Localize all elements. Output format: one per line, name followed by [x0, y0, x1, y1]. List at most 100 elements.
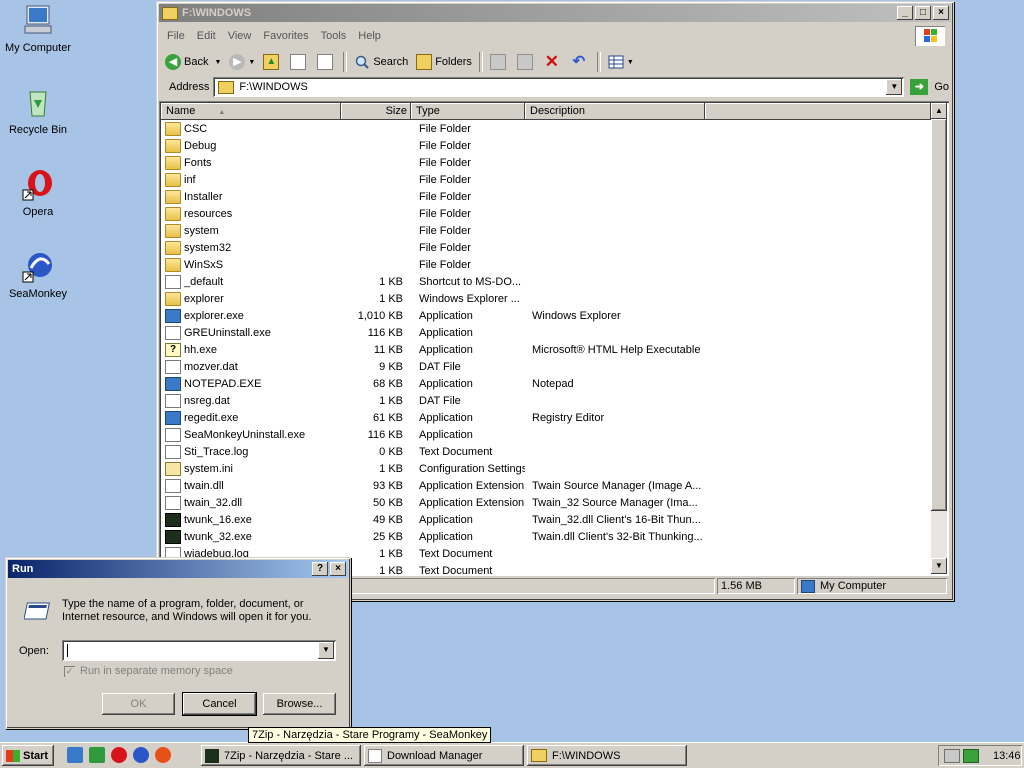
toolbar-separator: [596, 52, 601, 72]
forward-button[interactable]: ▶ ▼: [225, 51, 259, 73]
explorer-titlebar[interactable]: F:\WINDOWS _ □ ×: [159, 4, 951, 22]
browse-button[interactable]: Browse...: [263, 693, 336, 715]
file-name: twunk_32.exe: [184, 530, 252, 543]
cell-type: Application Extension: [419, 479, 525, 492]
table-row[interactable]: Sti_Trace.log 0 KB Text Document: [161, 443, 931, 460]
menu-help[interactable]: Help: [352, 30, 387, 42]
cell-type: DAT File: [419, 394, 461, 407]
folder-icon: [165, 291, 181, 306]
table-row[interactable]: twain_32.dll 50 KB Application Extension Tw…: [161, 494, 931, 511]
minimize-button[interactable]: _: [897, 6, 913, 20]
file-name: nsreg.dat: [184, 394, 230, 407]
column-header-description[interactable]: Description: [525, 103, 705, 120]
menu-favorites[interactable]: Favorites: [257, 30, 314, 42]
delete-x-icon: ✕: [544, 52, 560, 71]
undo-button[interactable]: ↶: [567, 51, 594, 73]
menu-edit[interactable]: Edit: [191, 30, 222, 42]
desktop-icon-opera[interactable]: Opera: [0, 168, 76, 218]
menu-tools[interactable]: Tools: [315, 30, 353, 42]
column-header-size[interactable]: Size: [341, 103, 411, 120]
cell-description: Twain_32.dll Client's 16-Bit Thun...: [532, 513, 701, 526]
close-button[interactable]: ×: [330, 562, 346, 576]
file-list: Name ▲ Size Type Description CSC File Fol…: [159, 101, 949, 576]
table-row[interactable]: explorer 1 KB Windows Explorer ...: [161, 290, 931, 307]
scroll-up-button[interactable]: ▲: [931, 103, 947, 119]
open-combobox[interactable]: ▼: [62, 640, 336, 661]
table-row[interactable]: Fonts File Folder: [161, 154, 931, 171]
task-explorer[interactable]: F:\WINDOWS: [527, 745, 687, 766]
table-row[interactable]: NOTEPAD.EXE 68 KB Application Notepad: [161, 375, 931, 392]
address-input[interactable]: F:\WINDOWS ▼: [213, 77, 905, 97]
copy-to-button[interactable]: [513, 51, 540, 73]
close-button[interactable]: ×: [933, 6, 949, 20]
folders-button[interactable]: Folders: [412, 51, 476, 73]
table-row[interactable]: nsreg.dat 1 KB DAT File: [161, 392, 931, 409]
task-download-manager[interactable]: Download Manager: [364, 745, 524, 766]
safely-remove-icon[interactable]: [963, 748, 979, 763]
table-row[interactable]: Debug File Folder: [161, 137, 931, 154]
sync-button[interactable]: [286, 51, 313, 73]
maximize-button[interactable]: □: [915, 6, 931, 20]
table-row[interactable]: explorer.exe 1,010 KB Application Windows E…: [161, 307, 931, 324]
table-row[interactable]: CSC File Folder: [161, 120, 931, 137]
help-button[interactable]: ?: [312, 562, 328, 576]
views-button[interactable]: ▼: [604, 51, 638, 73]
menu-view[interactable]: View: [222, 30, 258, 42]
table-row[interactable]: SeaMonkeyUninstall.exe 116 KB Application: [161, 426, 931, 443]
memory-space-checkbox[interactable]: ✓ Run in separate memory space: [64, 665, 233, 677]
my-computer-icon: [801, 579, 815, 593]
dark-icon: [165, 529, 181, 544]
delete-button[interactable]: ✕: [540, 51, 567, 73]
address-dropdown-button[interactable]: ▼: [886, 79, 903, 95]
cell-name: twunk_16.exe: [161, 512, 339, 527]
switch-windows-icon[interactable]: [89, 747, 105, 763]
table-row[interactable]: ? hh.exe 11 KB Application Microsoft® HTML H…: [161, 341, 931, 358]
desktop-icon-recycle-bin[interactable]: Recycle Bin: [0, 86, 76, 136]
opera-launch-icon[interactable]: [111, 747, 127, 763]
table-row[interactable]: system32 File Folder: [161, 239, 931, 256]
table-row[interactable]: twunk_16.exe 49 KB Application Twain_32.dll…: [161, 511, 931, 528]
scroll-thumb[interactable]: [931, 119, 947, 511]
search-button[interactable]: Search: [350, 51, 412, 73]
cancel-button[interactable]: Cancel: [183, 693, 256, 715]
run-description: Type the name of a program, folder, docu…: [62, 598, 312, 623]
table-row[interactable]: twain.dll 93 KB Application Extension Twain…: [161, 477, 931, 494]
run-titlebar[interactable]: Run ? ×: [8, 560, 348, 578]
start-button[interactable]: Start: [2, 745, 54, 766]
table-row[interactable]: inf File Folder: [161, 171, 931, 188]
table-row[interactable]: regedit.exe 61 KB Application Registry Edit…: [161, 409, 931, 426]
vertical-scrollbar[interactable]: ▲ ▼: [931, 103, 947, 574]
network-icon[interactable]: [944, 748, 960, 763]
open-dropdown-button[interactable]: ▼: [318, 642, 334, 659]
table-row[interactable]: mozver.dat 9 KB DAT File: [161, 358, 931, 375]
table-row[interactable]: system.ini 1 KB Configuration Settings: [161, 460, 931, 477]
toolbar-separator: [478, 52, 483, 72]
table-row[interactable]: GREUninstall.exe 116 KB Application: [161, 324, 931, 341]
desktop-icon-seamonkey[interactable]: SeaMonkey: [0, 250, 76, 300]
cell-name: inf: [161, 172, 339, 187]
ok-button[interactable]: OK: [102, 693, 175, 715]
seamonkey-launch-icon[interactable]: [133, 747, 149, 763]
table-row[interactable]: _default 1 KB Shortcut to MS-DO...: [161, 273, 931, 290]
table-row[interactable]: WinSxS File Folder: [161, 256, 931, 273]
show-desktop-icon[interactable]: [67, 747, 83, 763]
column-header-name[interactable]: Name ▲: [161, 103, 341, 120]
task-seamonkey[interactable]: 7Zip - Narzędzia - Stare ...: [201, 745, 361, 766]
application-launch-icon[interactable]: [155, 747, 171, 763]
table-row[interactable]: twunk_32.exe 25 KB Application Twain.dll Cl…: [161, 528, 931, 545]
table-row[interactable]: Installer File Folder: [161, 188, 931, 205]
column-header-type[interactable]: Type: [411, 103, 525, 120]
folder-icon: [162, 6, 178, 20]
back-button[interactable]: ◀ Back ▼: [161, 51, 225, 73]
menu-file[interactable]: File: [161, 30, 191, 42]
move-to-button[interactable]: [486, 51, 513, 73]
table-row[interactable]: system File Folder: [161, 222, 931, 239]
clock[interactable]: 13:46: [993, 750, 1021, 762]
table-row[interactable]: resources File Folder: [161, 205, 931, 222]
up-folder-button[interactable]: ▲: [259, 51, 286, 73]
cell-type: File Folder: [419, 190, 471, 203]
scroll-down-button[interactable]: ▼: [931, 558, 947, 574]
desktop-icon-my-computer[interactable]: My Computer: [0, 4, 76, 54]
go-button[interactable]: ➜ Go: [910, 79, 949, 95]
map-drive-button[interactable]: [313, 51, 340, 73]
